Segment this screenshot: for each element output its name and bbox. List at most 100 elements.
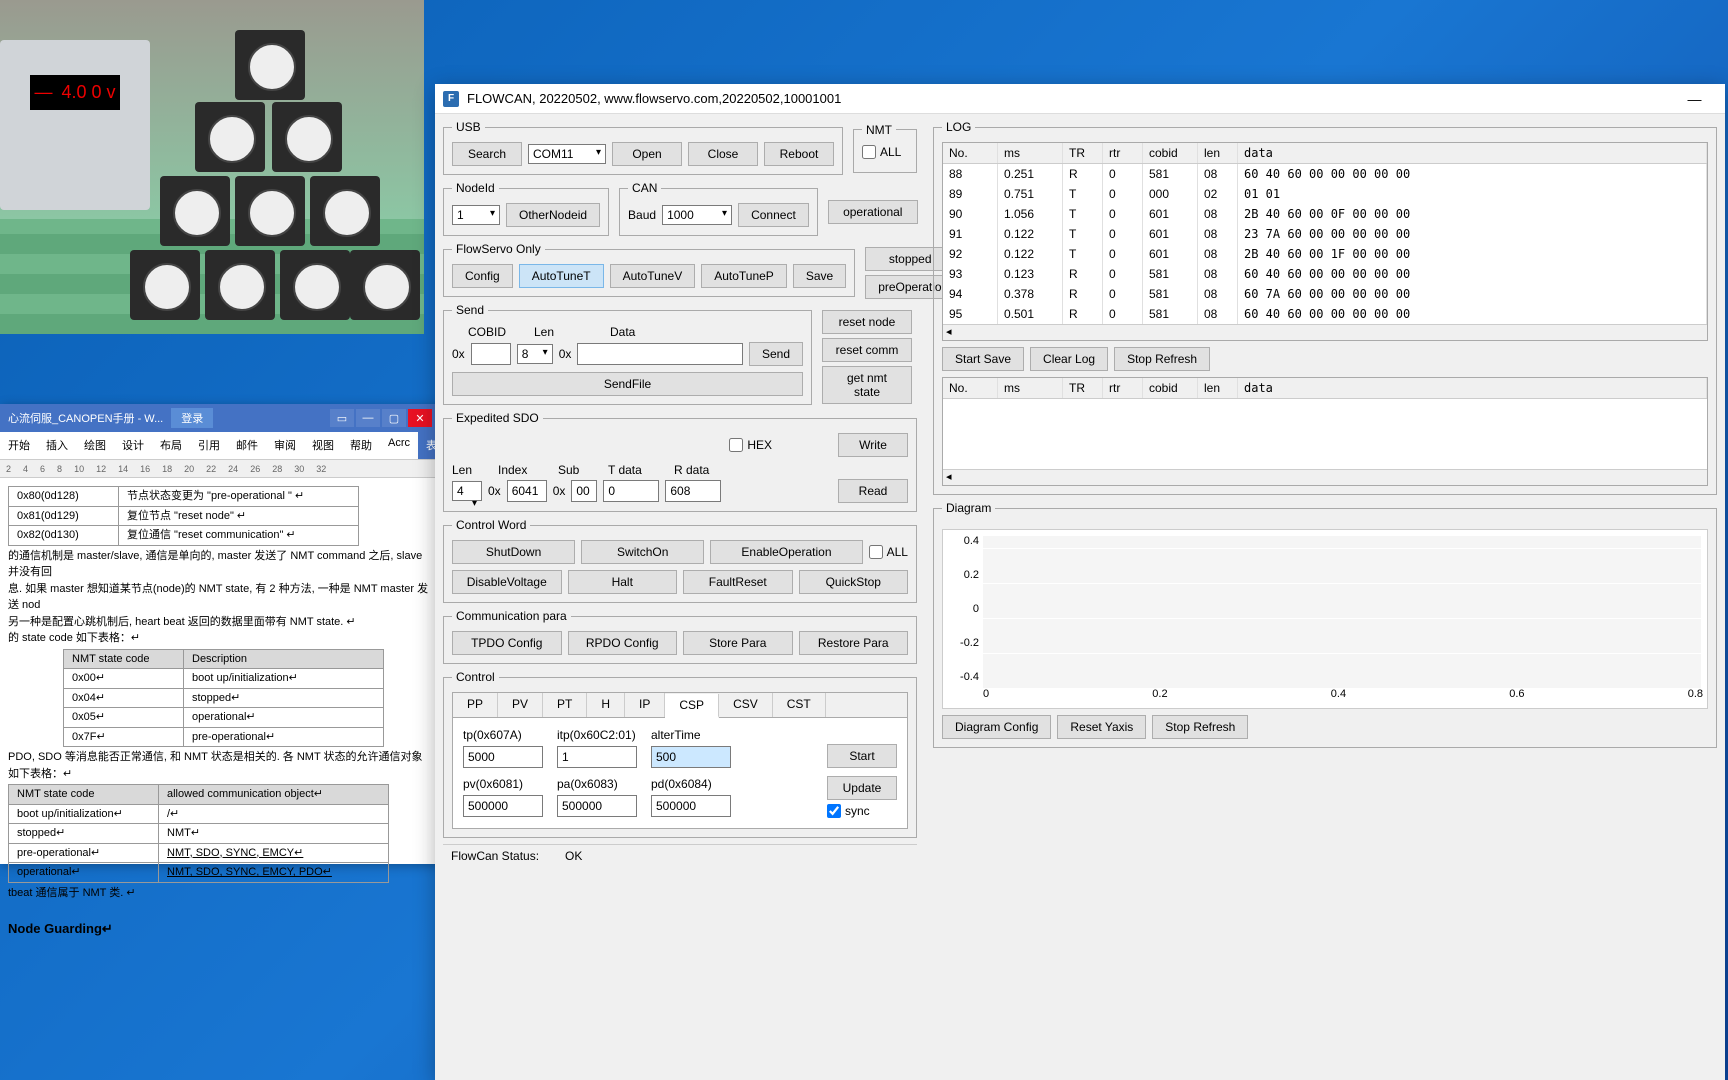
flowcan-titlebar[interactable]: F FLOWCAN, 20220502, www.flowservo.com,2…: [435, 84, 1725, 114]
tab-h[interactable]: H: [587, 693, 625, 717]
word-ribbon[interactable]: 开始 插入 绘图 设计 布局 引用 邮件 审阅 视图 帮助 Acrc 表设 布局: [0, 432, 440, 460]
startsave-button[interactable]: Start Save: [942, 347, 1024, 371]
other-nodeid-button[interactable]: OtherNodeid: [506, 203, 600, 227]
reboot-button[interactable]: Reboot: [764, 142, 834, 166]
rpdo-button[interactable]: RPDO Config: [568, 631, 678, 655]
ribbon-tab[interactable]: 布局: [152, 432, 190, 459]
quickstop-button[interactable]: QuickStop: [799, 570, 909, 594]
sdo-index-input[interactable]: [507, 480, 547, 502]
read-button[interactable]: Read: [838, 479, 908, 503]
sdo-tdata-input[interactable]: [603, 480, 659, 502]
tab-cst[interactable]: CST: [773, 693, 826, 717]
ribbon-tab[interactable]: 设计: [114, 432, 152, 459]
connect-button[interactable]: Connect: [738, 203, 809, 227]
restore-button[interactable]: Restore Para: [799, 631, 909, 655]
save-button[interactable]: Save: [793, 264, 846, 288]
pa-input[interactable]: [557, 795, 637, 817]
tab-pv[interactable]: PV: [498, 693, 543, 717]
nmt-all-check[interactable]: ALL: [862, 145, 901, 159]
len-select[interactable]: 8: [517, 344, 553, 364]
cobid-input[interactable]: [471, 343, 511, 365]
sdo-rdata-input[interactable]: [665, 480, 721, 502]
tab-csv[interactable]: CSV: [719, 693, 773, 717]
tpdo-button[interactable]: TPDO Config: [452, 631, 562, 655]
word-close[interactable]: ✕: [408, 409, 432, 427]
send-button[interactable]: Send: [749, 342, 803, 366]
log-table-2[interactable]: No. ms TR rtr cobid len data: [942, 377, 1708, 486]
sdo-sub-input[interactable]: [571, 480, 597, 502]
autotunep-button[interactable]: AutoTuneP: [701, 264, 787, 288]
log-scrollbar[interactable]: [943, 324, 1707, 340]
word-maximize[interactable]: ▢: [382, 409, 406, 427]
faultreset-button[interactable]: FaultReset: [683, 570, 793, 594]
pv-input[interactable]: [463, 795, 543, 817]
enableop-button[interactable]: EnableOperation: [710, 540, 862, 564]
log-row[interactable]: 940.378R05810860 7A 60 00 00 00 00 00: [943, 284, 1707, 304]
log-row[interactable]: 930.123R05810860 40 60 00 00 00 00 00: [943, 264, 1707, 284]
hex-check[interactable]: HEX: [729, 438, 772, 452]
itp-input[interactable]: [557, 746, 637, 768]
log-table[interactable]: No. ms TR rtr cobid len data 880.251R058…: [942, 142, 1708, 341]
sdo-len-select[interactable]: 4: [452, 481, 482, 501]
shutdown-button[interactable]: ShutDown: [452, 540, 575, 564]
ribbon-tab[interactable]: 审阅: [266, 432, 304, 459]
pd-input[interactable]: [651, 795, 731, 817]
disablev-button[interactable]: DisableVoltage: [452, 570, 562, 594]
tab-pt[interactable]: PT: [543, 693, 587, 717]
ribbon-tab[interactable]: 视图: [304, 432, 342, 459]
nodeid-select[interactable]: 1: [452, 205, 500, 225]
sync-check[interactable]: sync: [827, 804, 897, 818]
start-button[interactable]: Start: [827, 744, 897, 768]
nmt-resetcomm-button[interactable]: reset comm: [822, 338, 912, 362]
diagram-stop-button[interactable]: Stop Refresh: [1152, 715, 1248, 739]
log-row[interactable]: 880.251R05810860 40 60 00 00 00 00 00: [943, 164, 1707, 184]
log2-scrollbar[interactable]: [943, 469, 1707, 485]
word-minimize[interactable]: —: [356, 409, 380, 427]
nmt-getstate-button[interactable]: get nmt state: [822, 366, 912, 404]
tp-input[interactable]: [463, 746, 543, 768]
ribbon-tab[interactable]: Acrc: [380, 432, 418, 459]
baud-select[interactable]: 1000: [662, 205, 732, 225]
log-row[interactable]: 950.501R05810860 40 60 00 00 00 00 00: [943, 304, 1707, 324]
ribbon-tab[interactable]: 引用: [190, 432, 228, 459]
nmt-operational-button[interactable]: operational: [828, 200, 918, 224]
login-button[interactable]: 登录: [171, 408, 213, 428]
tab-csp[interactable]: CSP: [665, 694, 719, 718]
ribbon-tab[interactable]: 帮助: [342, 432, 380, 459]
diagram-config-button[interactable]: Diagram Config: [942, 715, 1051, 739]
ribbon-tab[interactable]: 绘图: [76, 432, 114, 459]
search-button[interactable]: Search: [452, 142, 522, 166]
config-button[interactable]: Config: [452, 264, 513, 288]
tab-ip[interactable]: IP: [625, 693, 665, 717]
minimize-button[interactable]: —: [1672, 85, 1717, 113]
write-button[interactable]: Write: [838, 433, 908, 457]
clearlog-button[interactable]: Clear Log: [1030, 347, 1108, 371]
sendfile-button[interactable]: SendFile: [452, 372, 803, 396]
open-button[interactable]: Open: [612, 142, 682, 166]
ribbon-tab[interactable]: 开始: [0, 432, 38, 459]
stoprefresh-button[interactable]: Stop Refresh: [1114, 347, 1210, 371]
data-input[interactable]: [577, 343, 743, 365]
close-button[interactable]: Close: [688, 142, 758, 166]
tab-pp[interactable]: PP: [453, 693, 498, 717]
ribbon-tab[interactable]: 邮件: [228, 432, 266, 459]
word-document[interactable]: 0x80(0d128)节点状态变更为 "pre-operational " ↵ …: [0, 478, 440, 945]
halt-button[interactable]: Halt: [568, 570, 678, 594]
reset-yaxis-button[interactable]: Reset Yaxis: [1057, 715, 1146, 739]
port-select[interactable]: COM11: [528, 144, 606, 164]
log-row[interactable]: 890.751T00000201 01: [943, 184, 1707, 204]
store-button[interactable]: Store Para: [683, 631, 793, 655]
log-row[interactable]: 901.056T0601082B 40 60 00 0F 00 00 00: [943, 204, 1707, 224]
log-row[interactable]: 920.122T0601082B 40 60 00 1F 00 00 00: [943, 244, 1707, 264]
ribbon-tab[interactable]: 插入: [38, 432, 76, 459]
update-button[interactable]: Update: [827, 776, 897, 800]
switchon-button[interactable]: SwitchOn: [581, 540, 704, 564]
cw-all-check[interactable]: ALL: [869, 545, 908, 559]
log-row[interactable]: 910.122T06010823 7A 60 00 00 00 00 00: [943, 224, 1707, 244]
altertime-input[interactable]: [651, 746, 731, 768]
autotunev-button[interactable]: AutoTuneV: [610, 264, 696, 288]
word-titlebar[interactable]: 心流伺服_CANOPEN手册 - W... 登录 ▭ — ▢ ✕: [0, 404, 440, 432]
nmt-resetnode-button[interactable]: reset node: [822, 310, 912, 334]
autotunet-button[interactable]: AutoTuneT: [519, 264, 604, 288]
word-ribbon-toggle[interactable]: ▭: [330, 409, 354, 427]
